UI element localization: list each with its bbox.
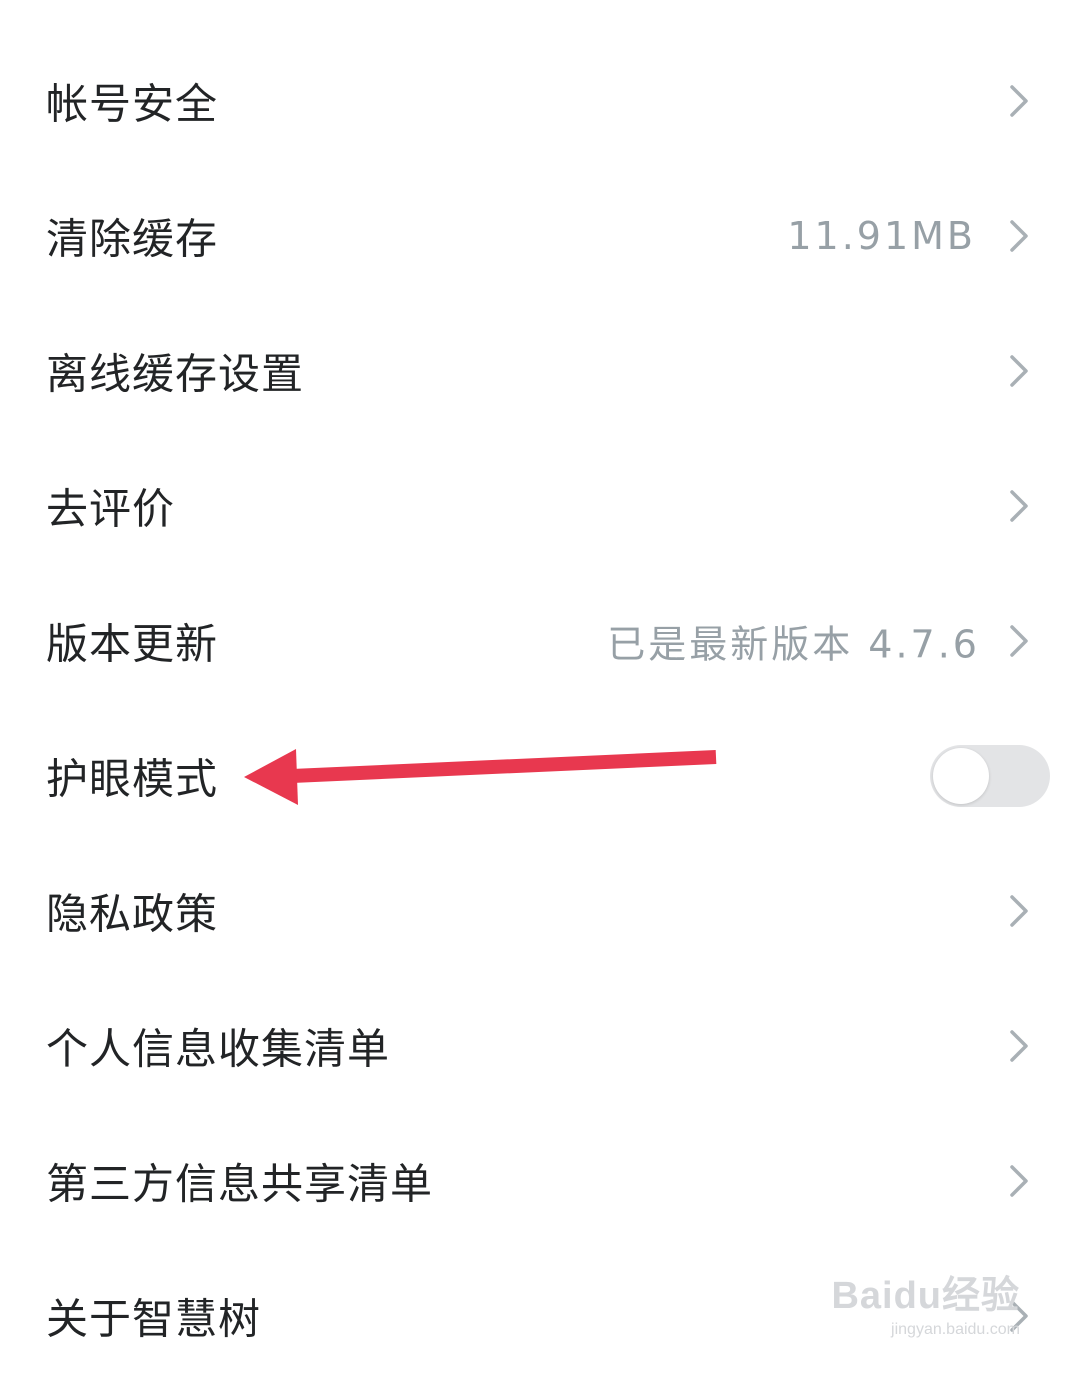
settings-row-privacy-policy[interactable]: 隐私政策 <box>0 843 1080 978</box>
row-label: 版本更新 <box>46 619 219 668</box>
toggle-knob <box>933 747 989 804</box>
row-label: 帐号安全 <box>46 79 219 128</box>
settings-row-rate-app[interactable]: 去评价 <box>0 438 1080 573</box>
settings-row-version-update[interactable]: 版本更新 已是最新版本 4.7.6 <box>0 573 1080 708</box>
cache-size-value: 11.91MB <box>787 213 976 258</box>
settings-row-account-security[interactable]: 帐号安全 <box>0 33 1080 168</box>
settings-row-clear-cache[interactable]: 清除缓存 11.91MB <box>0 168 1080 303</box>
chevron-right-icon <box>1010 219 1028 252</box>
settings-row-offline-cache[interactable]: 离线缓存设置 <box>0 303 1080 438</box>
chevron-right-icon <box>1010 84 1028 117</box>
row-label: 隐私政策 <box>46 889 219 938</box>
row-label: 护眼模式 <box>46 754 219 803</box>
version-status-value: 已是最新版本 4.7.6 <box>607 622 980 666</box>
settings-row-eye-protection: 护眼模式 <box>0 708 1080 843</box>
chevron-right-icon <box>1010 489 1028 522</box>
chevron-right-icon <box>1010 1029 1028 1062</box>
chevron-right-icon <box>1010 624 1028 657</box>
chevron-right-icon <box>1010 894 1028 927</box>
chevron-right-icon <box>1010 354 1028 387</box>
chevron-right-icon <box>1010 1164 1028 1197</box>
eye-protection-toggle[interactable] <box>930 744 1050 807</box>
row-label: 去评价 <box>46 484 176 533</box>
settings-list: 帐号安全 清除缓存 11.91MB 离线缓存设置 去评价 版本更新 已是最新版本… <box>0 0 1080 1367</box>
row-label: 个人信息收集清单 <box>46 1024 391 1073</box>
row-label: 第三方信息共享清单 <box>46 1159 434 1208</box>
row-label: 清除缓存 <box>46 214 219 263</box>
settings-row-third-party-sharing[interactable]: 第三方信息共享清单 <box>0 1113 1080 1248</box>
chevron-right-icon <box>1010 1299 1028 1332</box>
row-label: 关于智慧树 <box>46 1294 262 1343</box>
settings-row-about[interactable]: 关于智慧树 <box>0 1248 1080 1383</box>
settings-row-personal-info-list[interactable]: 个人信息收集清单 <box>0 978 1080 1113</box>
row-label: 离线缓存设置 <box>46 349 305 398</box>
